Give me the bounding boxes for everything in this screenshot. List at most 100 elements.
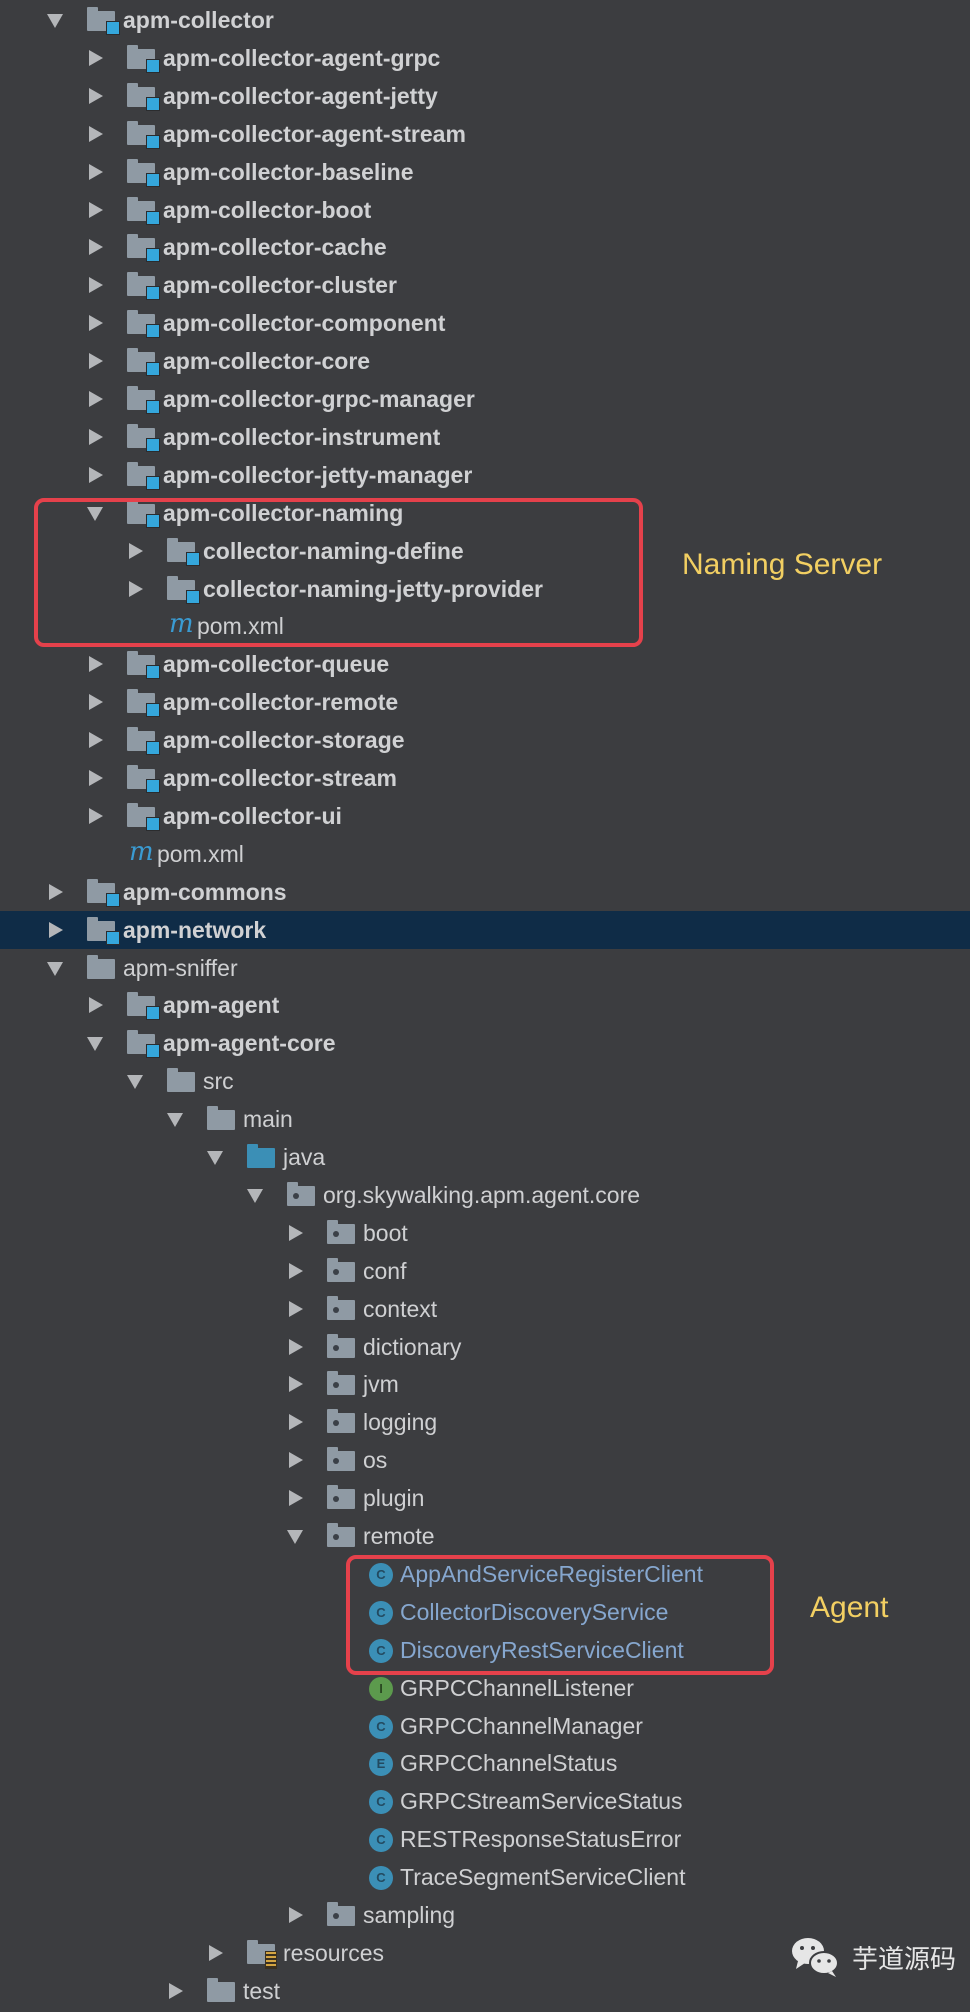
- tree-row[interactable]: apm-network: [0, 910, 970, 949]
- expand-arrow-icon[interactable]: [247, 1188, 263, 1203]
- tree-row[interactable]: apm-collector-storage: [0, 721, 970, 759]
- tree-row[interactable]: apm-collector-baseline: [0, 153, 970, 191]
- tree-row[interactable]: C RESTResponseStatusError: [0, 1820, 970, 1858]
- collapse-arrow-icon[interactable]: [89, 239, 103, 256]
- collapse-arrow-icon[interactable]: [49, 921, 63, 938]
- tree-row[interactable]: apm-collector-queue: [0, 645, 970, 683]
- tree-row[interactable]: apm-collector-jetty-manager: [0, 456, 970, 494]
- tree-row[interactable]: m pom.xml: [0, 835, 970, 873]
- tree-row[interactable]: apm-agent-core: [0, 1024, 970, 1062]
- tree-item-label: apm-collector-ui: [163, 802, 342, 829]
- class-icon: C: [367, 1714, 397, 1740]
- collapse-arrow-icon[interactable]: [289, 1452, 303, 1469]
- tree-row[interactable]: apm-collector-component: [0, 304, 970, 342]
- tree-row[interactable]: apm-commons: [0, 873, 970, 911]
- tree-row[interactable]: apm-collector-agent-stream: [0, 115, 970, 153]
- tree-row[interactable]: apm-collector-cache: [0, 228, 970, 266]
- tree-row[interactable]: org.skywalking.apm.agent.core: [0, 1176, 970, 1214]
- tree-row[interactable]: conf: [0, 1252, 970, 1290]
- expand-arrow-icon[interactable]: [47, 14, 63, 28]
- tree-item-label: apm-collector-cache: [163, 234, 387, 261]
- tree-row[interactable]: plugin: [0, 1479, 970, 1517]
- tree-row[interactable]: sampling: [0, 1896, 970, 1934]
- collapse-arrow-icon[interactable]: [89, 87, 103, 104]
- collapse-arrow-icon[interactable]: [289, 1414, 303, 1431]
- tree-row[interactable]: E GRPCChannelStatus: [0, 1744, 970, 1782]
- collapse-arrow-icon[interactable]: [89, 125, 103, 142]
- collapse-arrow-icon[interactable]: [289, 1224, 303, 1241]
- class-icon: C: [367, 1789, 397, 1815]
- tree-row[interactable]: apm-collector: [0, 1, 970, 39]
- tree-row[interactable]: src: [0, 1062, 970, 1100]
- collapse-arrow-icon[interactable]: [89, 49, 103, 66]
- tree-row[interactable]: apm-collector-grpc-manager: [0, 380, 970, 418]
- collapse-arrow-icon[interactable]: [89, 997, 103, 1014]
- module-folder-icon: [127, 348, 160, 377]
- tree-row[interactable]: apm-collector-remote: [0, 683, 970, 721]
- collapse-arrow-icon[interactable]: [89, 694, 103, 711]
- collapse-arrow-icon[interactable]: [89, 277, 103, 294]
- expand-arrow-icon[interactable]: [127, 1075, 143, 1090]
- tree-item-label: os: [363, 1447, 388, 1474]
- collapse-arrow-icon[interactable]: [49, 883, 63, 900]
- collapse-arrow-icon[interactable]: [289, 1262, 303, 1279]
- expand-arrow-icon[interactable]: [287, 1530, 303, 1544]
- expand-arrow-icon[interactable]: [167, 1113, 183, 1128]
- tree-row[interactable]: C GRPCStreamServiceStatus: [0, 1782, 970, 1820]
- tree-row[interactable]: apm-collector-ui: [0, 797, 970, 835]
- tree-row[interactable]: apm-collector-cluster: [0, 266, 970, 304]
- collapse-arrow-icon[interactable]: [89, 201, 103, 218]
- tree-row[interactable]: apm-collector-boot: [0, 191, 970, 229]
- module-folder-icon: [127, 992, 160, 1021]
- collapse-arrow-icon[interactable]: [89, 732, 103, 749]
- tree-row[interactable]: boot: [0, 1214, 970, 1252]
- tree-row[interactable]: apm-collector-instrument: [0, 418, 970, 456]
- collapse-arrow-icon[interactable]: [89, 428, 103, 445]
- collapse-arrow-icon[interactable]: [289, 1490, 303, 1507]
- tree-item-label: apm-collector-jetty-manager: [163, 461, 473, 488]
- tree-item-label: test: [243, 1977, 281, 2004]
- package-icon: [327, 1523, 357, 1550]
- tree-row[interactable]: C TraceSegmentServiceClient: [0, 1858, 970, 1896]
- collapse-arrow-icon[interactable]: [89, 353, 103, 370]
- collapse-arrow-icon[interactable]: [209, 1944, 223, 1961]
- collapse-arrow-icon[interactable]: [89, 466, 103, 483]
- tree-item-label: apm-collector-boot: [163, 196, 372, 223]
- collapse-arrow-icon[interactable]: [89, 391, 103, 407]
- tree-row[interactable]: apm-collector-stream: [0, 759, 970, 797]
- tree-row[interactable]: java: [0, 1138, 970, 1176]
- tree-row[interactable]: apm-collector-core: [0, 342, 970, 380]
- tree-row[interactable]: apm-agent: [0, 986, 970, 1024]
- tree-row[interactable]: dictionary: [0, 1328, 970, 1366]
- collapse-arrow-icon[interactable]: [289, 1338, 303, 1355]
- tree-row[interactable]: apm-collector-agent-jetty: [0, 77, 970, 115]
- tree-row[interactable]: os: [0, 1441, 970, 1479]
- tree-item-label: RESTResponseStatusError: [400, 1826, 682, 1853]
- collapse-arrow-icon[interactable]: [169, 1982, 183, 1999]
- tree-row[interactable]: apm-sniffer: [0, 949, 970, 987]
- interface-icon: I: [367, 1676, 397, 1702]
- collapse-arrow-icon[interactable]: [89, 656, 103, 673]
- tree-row[interactable]: context: [0, 1290, 970, 1328]
- expand-arrow-icon[interactable]: [207, 1151, 223, 1165]
- collapse-arrow-icon[interactable]: [289, 1907, 303, 1923]
- tree-item-label: apm-collector-storage: [163, 727, 405, 754]
- collapse-arrow-icon[interactable]: [289, 1376, 303, 1393]
- expand-arrow-icon[interactable]: [47, 961, 63, 976]
- tree-row[interactable]: C GRPCChannelManager: [0, 1707, 970, 1745]
- collapse-arrow-icon[interactable]: [89, 315, 103, 332]
- collapse-arrow-icon[interactable]: [89, 807, 103, 824]
- tree-row[interactable]: logging: [0, 1403, 970, 1441]
- collapse-arrow-icon[interactable]: [89, 163, 103, 180]
- collapse-arrow-icon[interactable]: [289, 1300, 303, 1317]
- tree-item-label: pom.xml: [157, 840, 244, 867]
- tree-row[interactable]: remote: [0, 1517, 970, 1555]
- tree-item-label: boot: [363, 1219, 408, 1246]
- tree-row[interactable]: jvm: [0, 1365, 970, 1403]
- collapse-arrow-icon[interactable]: [89, 770, 103, 786]
- expand-arrow-icon[interactable]: [87, 1037, 103, 1052]
- tree-row[interactable]: main: [0, 1100, 970, 1138]
- tree-item-label: apm-collector-baseline: [163, 158, 414, 185]
- tree-row[interactable]: apm-collector-agent-grpc: [0, 39, 970, 77]
- resources-folder-icon: [247, 1939, 277, 1969]
